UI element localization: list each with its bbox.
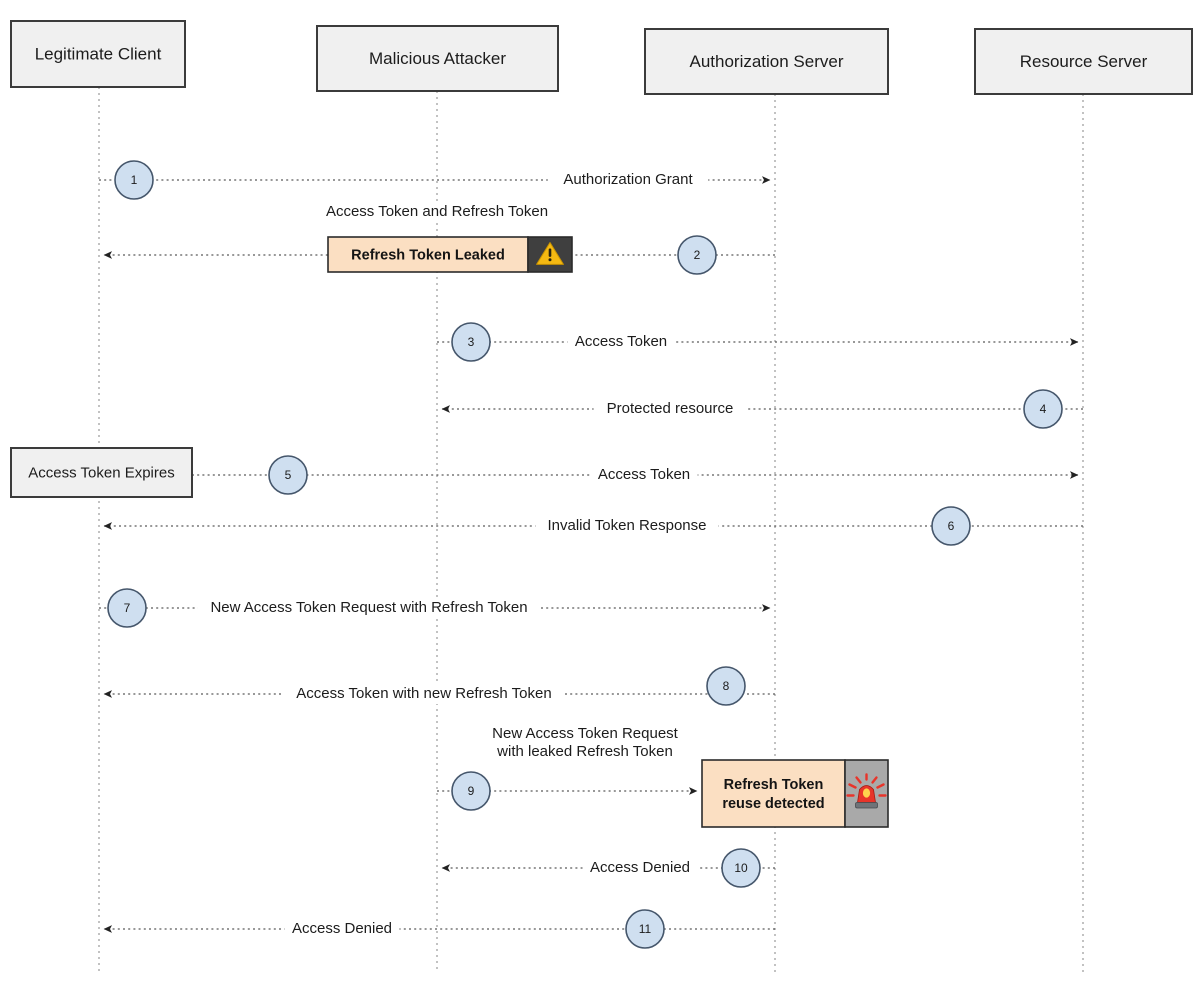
message-4[interactable]: Protected resource 4 xyxy=(441,389,1083,429)
step-number-9: 9 xyxy=(468,784,475,798)
lifeline-label-authserver: Authorization Server xyxy=(689,52,843,71)
step-number-2: 2 xyxy=(694,248,701,262)
message-label-1: Authorization Grant xyxy=(563,171,693,188)
step-number-8: 8 xyxy=(723,679,730,693)
lifeline-attacker[interactable]: Malicious Attacker xyxy=(316,25,559,972)
message-5[interactable]: Access Token 5 xyxy=(192,455,1079,495)
message-6[interactable]: Invalid Token Response 6 xyxy=(103,506,1083,546)
message-label-7: New Access Token Request with Refresh To… xyxy=(210,599,527,616)
message-label-6: Invalid Token Response xyxy=(548,517,707,534)
step-number-11: 11 xyxy=(639,922,652,936)
note-body-refresh-token-reuse-detected[interactable] xyxy=(701,759,846,828)
lifeline-resourceserver[interactable]: Resource Server xyxy=(974,28,1193,972)
step-number-4: 4 xyxy=(1040,402,1047,416)
message-label-8: Access Token with new Refresh Token xyxy=(296,685,551,702)
message-label-2: Access Token and Refresh Token xyxy=(326,203,548,220)
message-label-9: with leaked Refresh Token xyxy=(496,743,673,760)
note-label-refresh-token-reuse-detected: Refresh Token xyxy=(724,777,824,793)
note-label-refresh-token-reuse-detected: reuse detected xyxy=(722,796,824,812)
step-number-6: 6 xyxy=(948,519,955,533)
step-number-7: 7 xyxy=(124,601,131,615)
note-label-refresh-token-leaked: Refresh Token Leaked xyxy=(351,247,505,263)
message-label-3: Access Token xyxy=(575,333,667,350)
lifeline-label-attacker: Malicious Attacker xyxy=(369,49,506,68)
message-11[interactable]: Access Denied 11 xyxy=(103,909,775,949)
message-label-9: New Access Token Request xyxy=(492,725,678,742)
note-refresh-token-reuse-detected[interactable]: Refresh Token reuse detected xyxy=(701,759,889,828)
states-layer: Access Token Expires xyxy=(10,447,193,498)
message-label-4: Protected resource xyxy=(607,400,734,417)
message-10[interactable]: Access Denied 10 xyxy=(441,848,775,888)
step-number-10: 10 xyxy=(734,861,748,875)
step-number-1: 1 xyxy=(131,173,138,187)
message-label-10: Access Denied xyxy=(590,859,690,876)
state-box-access-token-expires[interactable]: Access Token Expires xyxy=(10,447,193,498)
step-number-5: 5 xyxy=(285,468,292,482)
message-9[interactable]: New Access Token Requestwith leaked Refr… xyxy=(437,724,698,811)
message-1[interactable]: Authorization Grant 1 xyxy=(99,160,771,200)
message-label-11: Access Denied xyxy=(292,920,392,937)
message-8[interactable]: Access Token with new Refresh Token 8 xyxy=(103,666,775,706)
lifeline-label-client: Legitimate Client xyxy=(35,44,162,63)
note-refresh-token-leaked[interactable]: Refresh Token Leaked xyxy=(327,236,573,273)
message-3[interactable]: Access Token 3 xyxy=(437,322,1079,362)
messages-layer: Authorization Grant 1 Access Token and Ref… xyxy=(99,160,1083,949)
sequence-diagram-canvas: Legitimate Client Malicious Attacker Autho… xyxy=(10,20,1193,972)
state-label-access-token-expires: Access Token Expires xyxy=(28,464,174,481)
lifeline-label-resourceserver: Resource Server xyxy=(1020,52,1148,71)
message-label-5: Access Token xyxy=(598,466,690,483)
step-number-3: 3 xyxy=(468,335,475,349)
message-7[interactable]: New Access Token Request with Refresh To… xyxy=(99,588,771,628)
